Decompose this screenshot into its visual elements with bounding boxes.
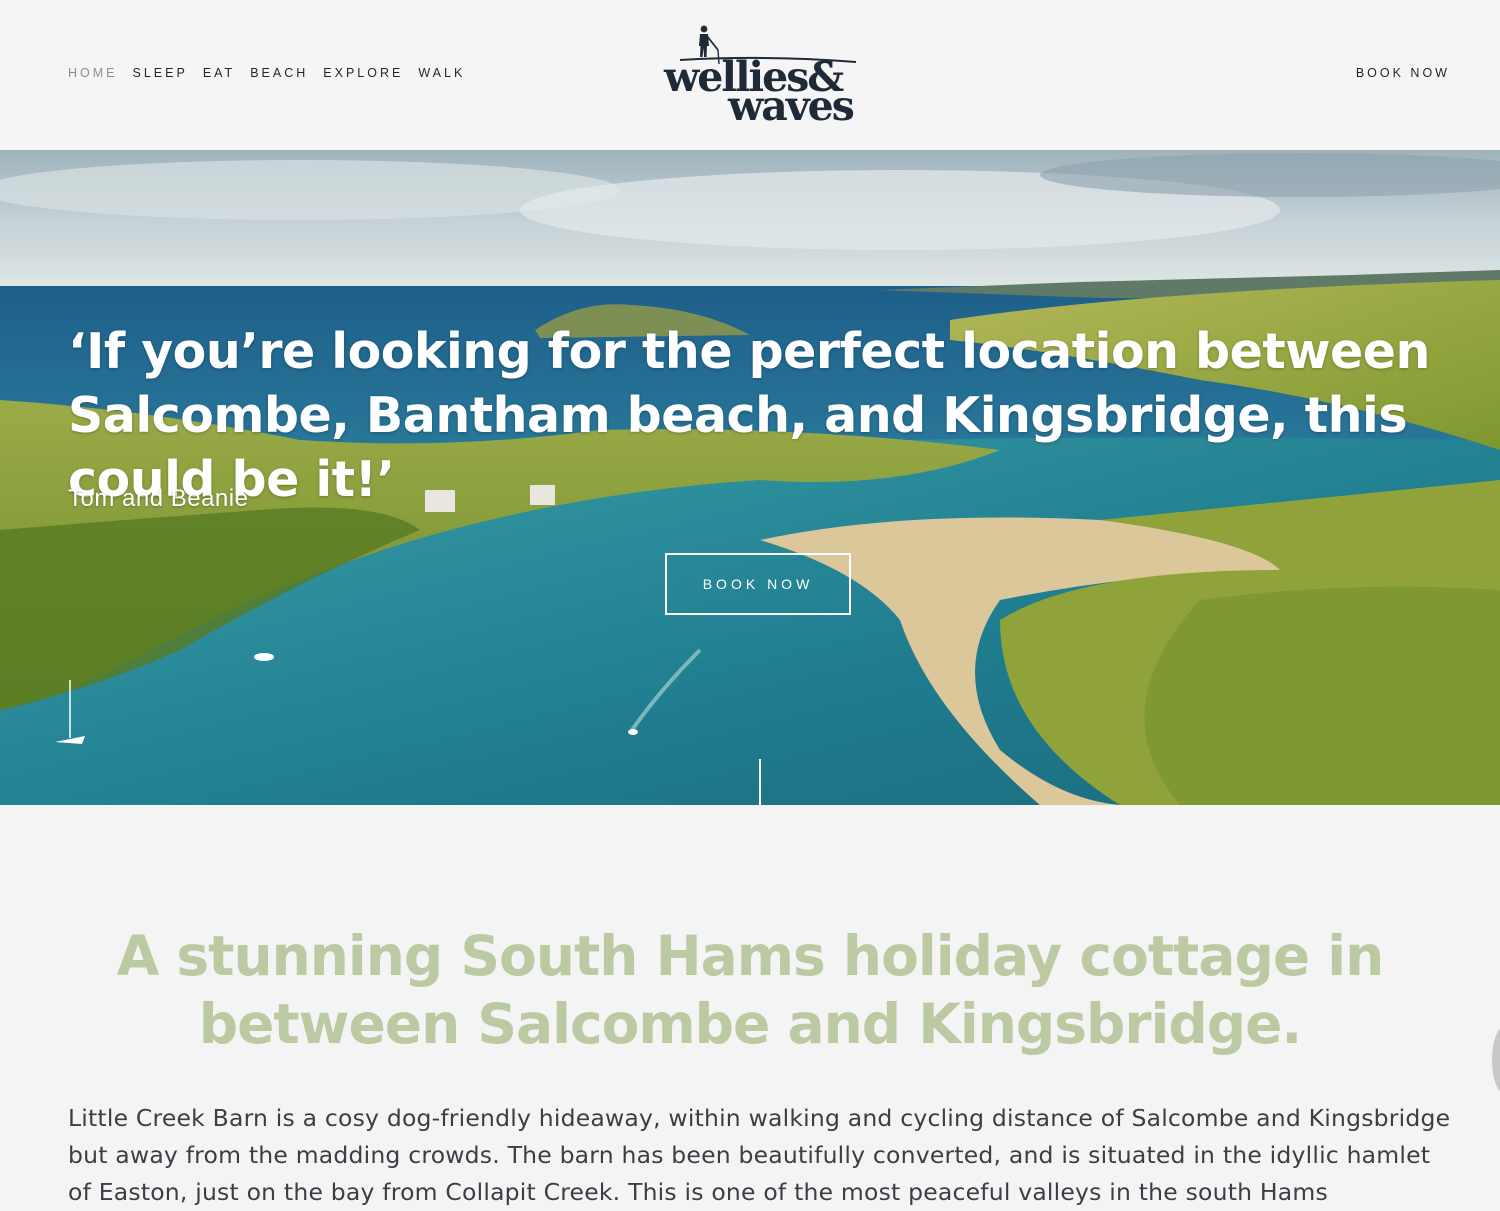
site-header: HOME SLEEP EAT BEACH EXPLORE WALK wellie… xyxy=(0,0,1500,150)
main-nav: HOME SLEEP EAT BEACH EXPLORE WALK xyxy=(68,66,480,80)
hero-quote-author: Tom and Beanie xyxy=(68,485,249,512)
scroll-indicator[interactable] xyxy=(759,759,761,805)
nav-sleep[interactable]: SLEEP xyxy=(133,66,188,80)
hero-banner: ‘If you’re looking for the perfect locat… xyxy=(0,150,1500,805)
nav-eat[interactable]: EAT xyxy=(203,66,235,80)
nav-explore[interactable]: EXPLORE xyxy=(323,66,403,80)
book-now-link[interactable]: BOOK NOW xyxy=(1356,66,1450,80)
logo-text-line2: waves xyxy=(728,82,855,130)
nav-walk[interactable]: WALK xyxy=(418,66,465,80)
nav-home[interactable]: HOME xyxy=(68,66,118,80)
hero-quote: ‘If you’re looking for the perfect locat… xyxy=(68,323,1430,508)
hero-book-now-button[interactable]: BOOK NOW xyxy=(665,553,851,615)
intro-paragraph: Little Creek Barn is a cosy dog-friendly… xyxy=(68,1104,1451,1206)
nav-beach[interactable]: BEACH xyxy=(250,66,308,80)
floating-widget-edge[interactable] xyxy=(1492,1028,1500,1092)
site-logo[interactable]: wellies& waves xyxy=(664,24,857,130)
intro-heading: A stunning South Hams holiday cottage in… xyxy=(116,924,1385,1056)
